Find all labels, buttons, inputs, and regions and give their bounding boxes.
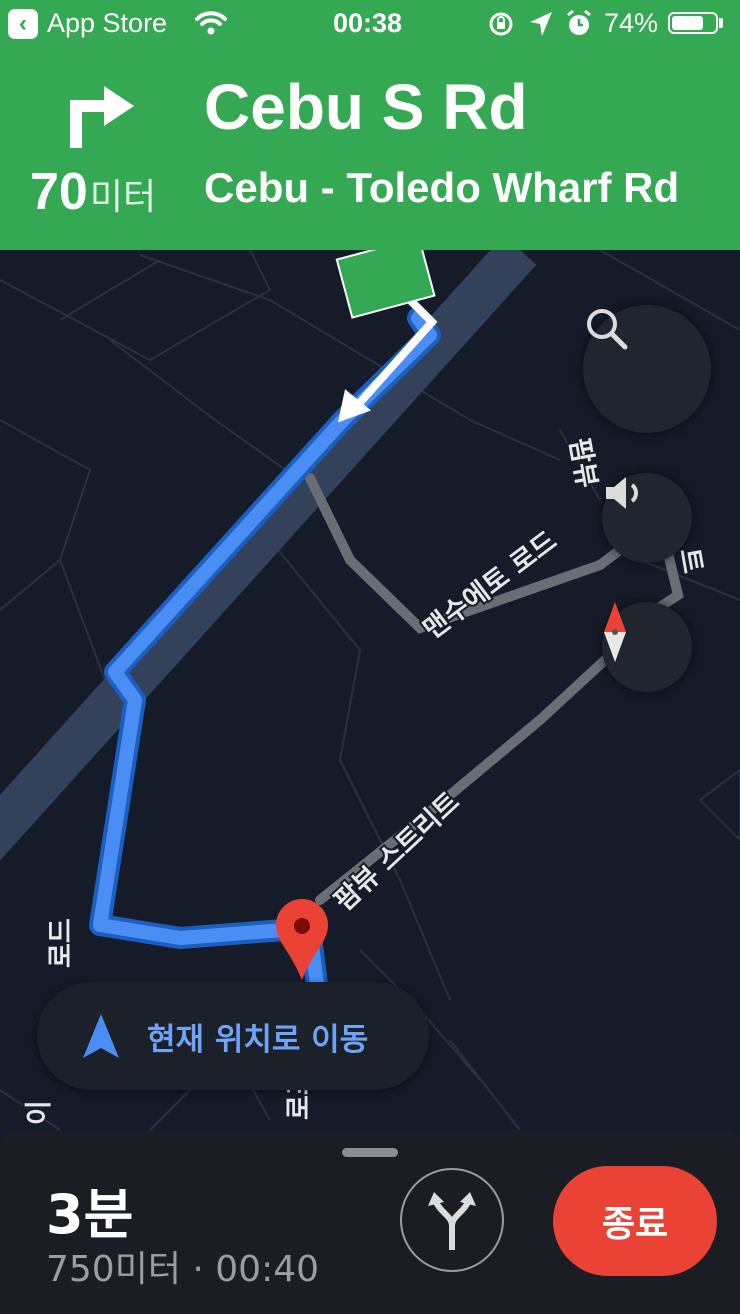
- street-secondary: Cebu - Toledo Wharf Rd: [204, 164, 680, 211]
- battery-icon: [668, 12, 718, 34]
- compass-button[interactable]: [602, 602, 692, 692]
- recenter-button[interactable]: 현재 위치로 이동: [37, 982, 429, 1090]
- wifi-icon: [195, 11, 227, 35]
- eta-details: 750미터 · 00:40: [46, 1249, 320, 1290]
- maneuver-distance: 70미터: [30, 162, 156, 222]
- search-button[interactable]: [583, 305, 711, 433]
- alternate-routes-button[interactable]: [400, 1168, 504, 1272]
- distance-value: 70: [30, 163, 88, 221]
- back-chevron-icon[interactable]: ‹: [8, 9, 38, 39]
- rotation-lock-icon: [489, 12, 513, 36]
- highway: [0, 250, 537, 861]
- road-label-palmview-top: 팜뷰: [563, 436, 602, 490]
- search-icon: [587, 309, 628, 350]
- volume-icon: [606, 477, 638, 509]
- alternate-routes-icon: [428, 1192, 476, 1250]
- alarm-icon: [567, 9, 591, 35]
- battery-fill: [672, 16, 704, 30]
- location-arrow-icon: [530, 12, 552, 36]
- road-label-left: 이: [24, 1100, 55, 1125]
- status-bar: ‹ App Store 00:38 74%: [0, 0, 740, 50]
- back-to-app-label[interactable]: App Store: [47, 8, 167, 39]
- clock: 00:38: [333, 8, 403, 38]
- sound-button[interactable]: [602, 473, 692, 563]
- compass-icon: [604, 602, 626, 662]
- street-primary: Cebu S Rd: [204, 71, 528, 143]
- navigation-instruction[interactable]: 70미터 Cebu S Rd Cebu - Toledo Wharf Rd: [0, 50, 740, 250]
- navigation-arrow-icon: [83, 1014, 119, 1058]
- distance-unit: 미터: [89, 176, 157, 217]
- turn-right-icon: [70, 86, 134, 148]
- recenter-label: 현재 위치로 이동: [147, 1021, 369, 1058]
- battery-percent: 74%: [604, 8, 659, 38]
- end-navigation-button[interactable]: 종료: [553, 1166, 717, 1276]
- eta-duration: 3분: [46, 1183, 134, 1246]
- road-label-road: 로드: [46, 918, 77, 968]
- battery-tip: [719, 18, 723, 28]
- road-label-palmview-street: 팜뷰 스트리트: [329, 786, 466, 917]
- sheet-drag-handle[interactable]: [342, 1148, 398, 1157]
